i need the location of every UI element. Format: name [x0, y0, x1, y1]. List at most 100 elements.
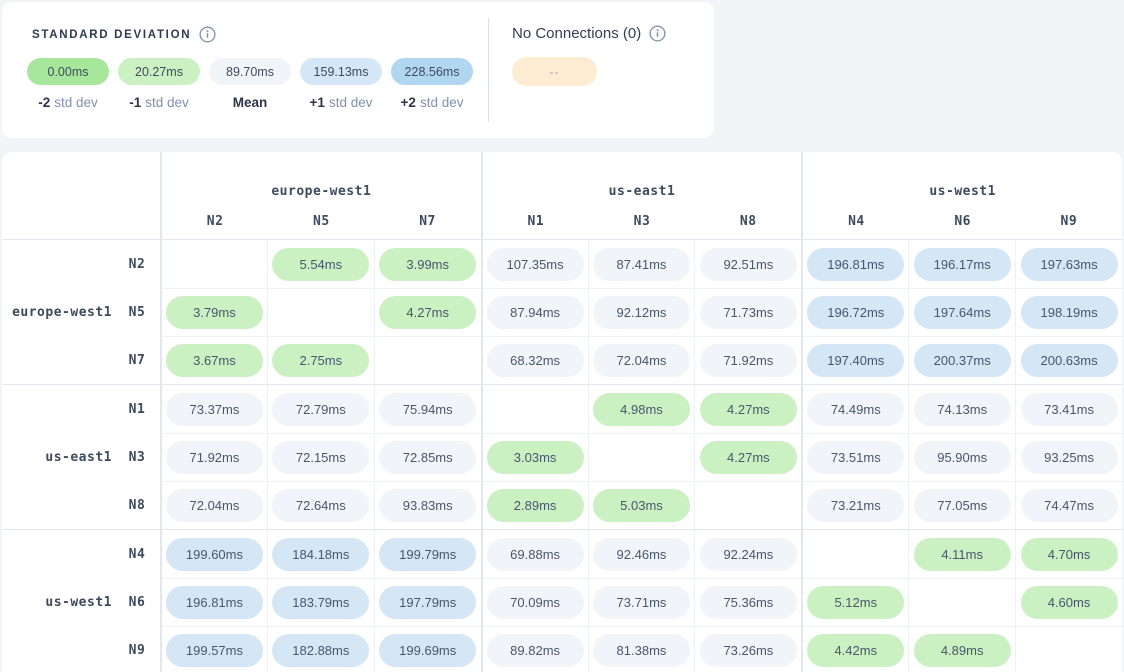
latency-cell: 73.71ms: [588, 578, 695, 626]
row-node-label: N1: [114, 385, 160, 433]
latency-pill[interactable]: 75.94ms: [379, 393, 476, 426]
latency-pill[interactable]: 183.79ms: [272, 586, 369, 619]
latency-pill[interactable]: 200.63ms: [1021, 344, 1118, 377]
latency-pill[interactable]: 184.18ms: [272, 538, 369, 571]
no-connections-pill: --: [512, 57, 597, 86]
latency-cell: 71.92ms: [160, 433, 267, 481]
latency-pill[interactable]: 197.40ms: [807, 344, 904, 377]
latency-pill[interactable]: 73.21ms: [807, 489, 904, 522]
latency-pill[interactable]: 73.41ms: [1021, 393, 1118, 426]
header-region-group: us-west1N4N6N9: [801, 152, 1122, 239]
latency-pill[interactable]: 69.88ms: [487, 538, 584, 571]
latency-pill[interactable]: 4.42ms: [807, 634, 904, 667]
latency-pill[interactable]: 2.75ms: [272, 344, 369, 377]
latency-pill[interactable]: 93.83ms: [379, 489, 476, 522]
latency-pill[interactable]: 68.32ms: [487, 344, 584, 377]
latency-cell: 4.27ms: [694, 433, 801, 481]
latency-pill[interactable]: 81.38ms: [593, 634, 690, 667]
latency-pill[interactable]: 73.71ms: [593, 586, 690, 619]
latency-pill[interactable]: 196.81ms: [166, 586, 263, 619]
latency-pill[interactable]: 196.72ms: [807, 296, 904, 329]
latency-pill[interactable]: 92.24ms: [700, 538, 797, 571]
latency-pill[interactable]: 4.27ms: [700, 441, 797, 474]
latency-pill[interactable]: 199.60ms: [166, 538, 263, 571]
latency-pill[interactable]: 72.64ms: [272, 489, 369, 522]
latency-pill[interactable]: 71.92ms: [700, 344, 797, 377]
latency-pill[interactable]: 4.98ms: [593, 393, 690, 426]
latency-cell: 3.79ms: [160, 288, 267, 336]
std-dev-pill: 0.00ms: [27, 58, 109, 85]
table-row: N73.67ms2.75ms68.32ms72.04ms71.92ms197.4…: [2, 336, 1122, 384]
latency-pill[interactable]: 74.47ms: [1021, 489, 1118, 522]
latency-pill[interactable]: 71.73ms: [700, 296, 797, 329]
latency-pill[interactable]: 72.04ms: [593, 344, 690, 377]
latency-pill[interactable]: 197.79ms: [379, 586, 476, 619]
latency-pill[interactable]: 199.57ms: [166, 634, 263, 667]
info-icon[interactable]: [199, 26, 216, 43]
latency-pill[interactable]: 92.12ms: [593, 296, 690, 329]
latency-pill[interactable]: 4.27ms: [700, 393, 797, 426]
latency-pill[interactable]: 5.54ms: [272, 248, 369, 281]
latency-pill[interactable]: 3.03ms: [487, 441, 584, 474]
latency-cell: 5.12ms: [801, 578, 908, 626]
latency-pill[interactable]: 196.81ms: [807, 248, 904, 281]
latency-pill[interactable]: 5.12ms: [807, 586, 904, 619]
row-region-label: us-west1: [2, 578, 114, 626]
info-icon[interactable]: [649, 25, 666, 42]
latency-pill[interactable]: 4.70ms: [1021, 538, 1118, 571]
latency-pill[interactable]: 87.94ms: [487, 296, 584, 329]
legend-divider: [488, 18, 489, 122]
latency-pill[interactable]: 3.79ms: [166, 296, 263, 329]
latency-cell: 95.90ms: [908, 433, 1015, 481]
row-node-label: N9: [114, 626, 160, 672]
latency-pill[interactable]: 93.25ms: [1021, 441, 1118, 474]
std-dev-label-bold: -1: [129, 95, 141, 110]
latency-pill[interactable]: 4.60ms: [1021, 586, 1118, 619]
latency-pill[interactable]: 2.89ms: [487, 489, 584, 522]
latency-pill[interactable]: 198.19ms: [1021, 296, 1118, 329]
latency-pill[interactable]: 92.46ms: [593, 538, 690, 571]
latency-pill[interactable]: 3.67ms: [166, 344, 263, 377]
latency-pill[interactable]: 72.15ms: [272, 441, 369, 474]
latency-cell: 72.04ms: [588, 336, 695, 384]
latency-cell: 196.72ms: [801, 288, 908, 336]
latency-pill[interactable]: 92.51ms: [700, 248, 797, 281]
latency-pill[interactable]: 199.69ms: [379, 634, 476, 667]
latency-pill[interactable]: 72.79ms: [272, 393, 369, 426]
latency-pill[interactable]: 87.41ms: [593, 248, 690, 281]
region-row-group: N25.54ms3.99ms107.35ms87.41ms92.51ms196.…: [2, 240, 1122, 384]
latency-pill[interactable]: 72.85ms: [379, 441, 476, 474]
latency-pill[interactable]: 73.26ms: [700, 634, 797, 667]
latency-pill[interactable]: 74.49ms: [807, 393, 904, 426]
no-connections-legend: No Connections (0) --: [512, 25, 666, 86]
latency-pill[interactable]: 182.88ms: [272, 634, 369, 667]
latency-pill[interactable]: 5.03ms: [593, 489, 690, 522]
std-dev-legend-item: 159.13ms+1std dev: [300, 58, 382, 110]
latency-pill[interactable]: 4.89ms: [914, 634, 1011, 667]
latency-pill[interactable]: 3.99ms: [379, 248, 476, 281]
latency-pill[interactable]: 72.04ms: [166, 489, 263, 522]
latency-cell: 93.25ms: [1015, 433, 1122, 481]
latency-pill[interactable]: 107.35ms: [487, 248, 584, 281]
latency-pill[interactable]: 199.79ms: [379, 538, 476, 571]
latency-pill[interactable]: 73.51ms: [807, 441, 904, 474]
matrix-corner-cell: [2, 152, 160, 239]
latency-pill[interactable]: 71.92ms: [166, 441, 263, 474]
latency-pill[interactable]: 95.90ms: [914, 441, 1011, 474]
latency-pill[interactable]: 4.27ms: [379, 296, 476, 329]
latency-pill[interactable]: 197.63ms: [1021, 248, 1118, 281]
empty-cell: [267, 288, 374, 336]
latency-pill[interactable]: 196.17ms: [914, 248, 1011, 281]
latency-pill[interactable]: 75.36ms: [700, 586, 797, 619]
latency-pill[interactable]: 89.82ms: [487, 634, 584, 667]
latency-pill[interactable]: 77.05ms: [914, 489, 1011, 522]
latency-pill[interactable]: 73.37ms: [166, 393, 263, 426]
latency-pill[interactable]: 200.37ms: [914, 344, 1011, 377]
latency-pill[interactable]: 74.13ms: [914, 393, 1011, 426]
latency-cell: 199.57ms: [160, 626, 267, 672]
latency-pill[interactable]: 197.64ms: [914, 296, 1011, 329]
latency-cell: 3.03ms: [481, 433, 588, 481]
latency-pill[interactable]: 4.11ms: [914, 538, 1011, 571]
latency-pill[interactable]: 70.09ms: [487, 586, 584, 619]
latency-cell: 75.94ms: [374, 385, 481, 433]
